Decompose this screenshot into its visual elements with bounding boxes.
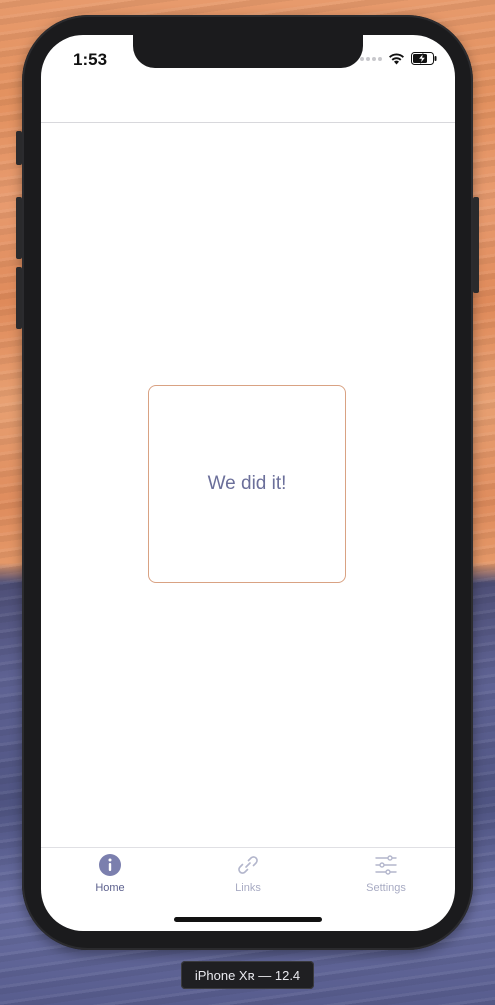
tab-links[interactable]: Links (179, 853, 317, 894)
wifi-icon (389, 52, 404, 64)
home-indicator[interactable] (174, 917, 322, 922)
tab-settings[interactable]: Settings (317, 853, 455, 894)
tab-settings-label: Settings (366, 882, 406, 894)
status-icons (360, 52, 437, 65)
mute-switch (16, 131, 22, 165)
volume-down-button (16, 267, 22, 329)
tab-home[interactable]: Home (41, 853, 179, 894)
sliders-icon (375, 855, 397, 875)
phone-screen: 1:53 We did it! Home Links Settings (41, 35, 455, 931)
navigation-bar-divider (41, 122, 455, 123)
volume-up-button (16, 197, 22, 259)
content-card: We did it! (148, 385, 346, 583)
battery-charging-icon (411, 52, 437, 65)
tab-bar-divider (41, 847, 455, 848)
side-power-button (473, 197, 479, 293)
status-time: 1:53 (73, 50, 108, 69)
simulator-device-label: iPhone Xʀ — 12.4 (181, 961, 314, 989)
link-icon (238, 856, 258, 874)
cellular-signal-icon (360, 56, 382, 61)
tab-links-label: Links (235, 882, 261, 894)
notch (133, 35, 363, 68)
card-message: We did it! (207, 473, 287, 494)
info-icon (99, 854, 121, 876)
tab-home-label: Home (95, 882, 125, 894)
